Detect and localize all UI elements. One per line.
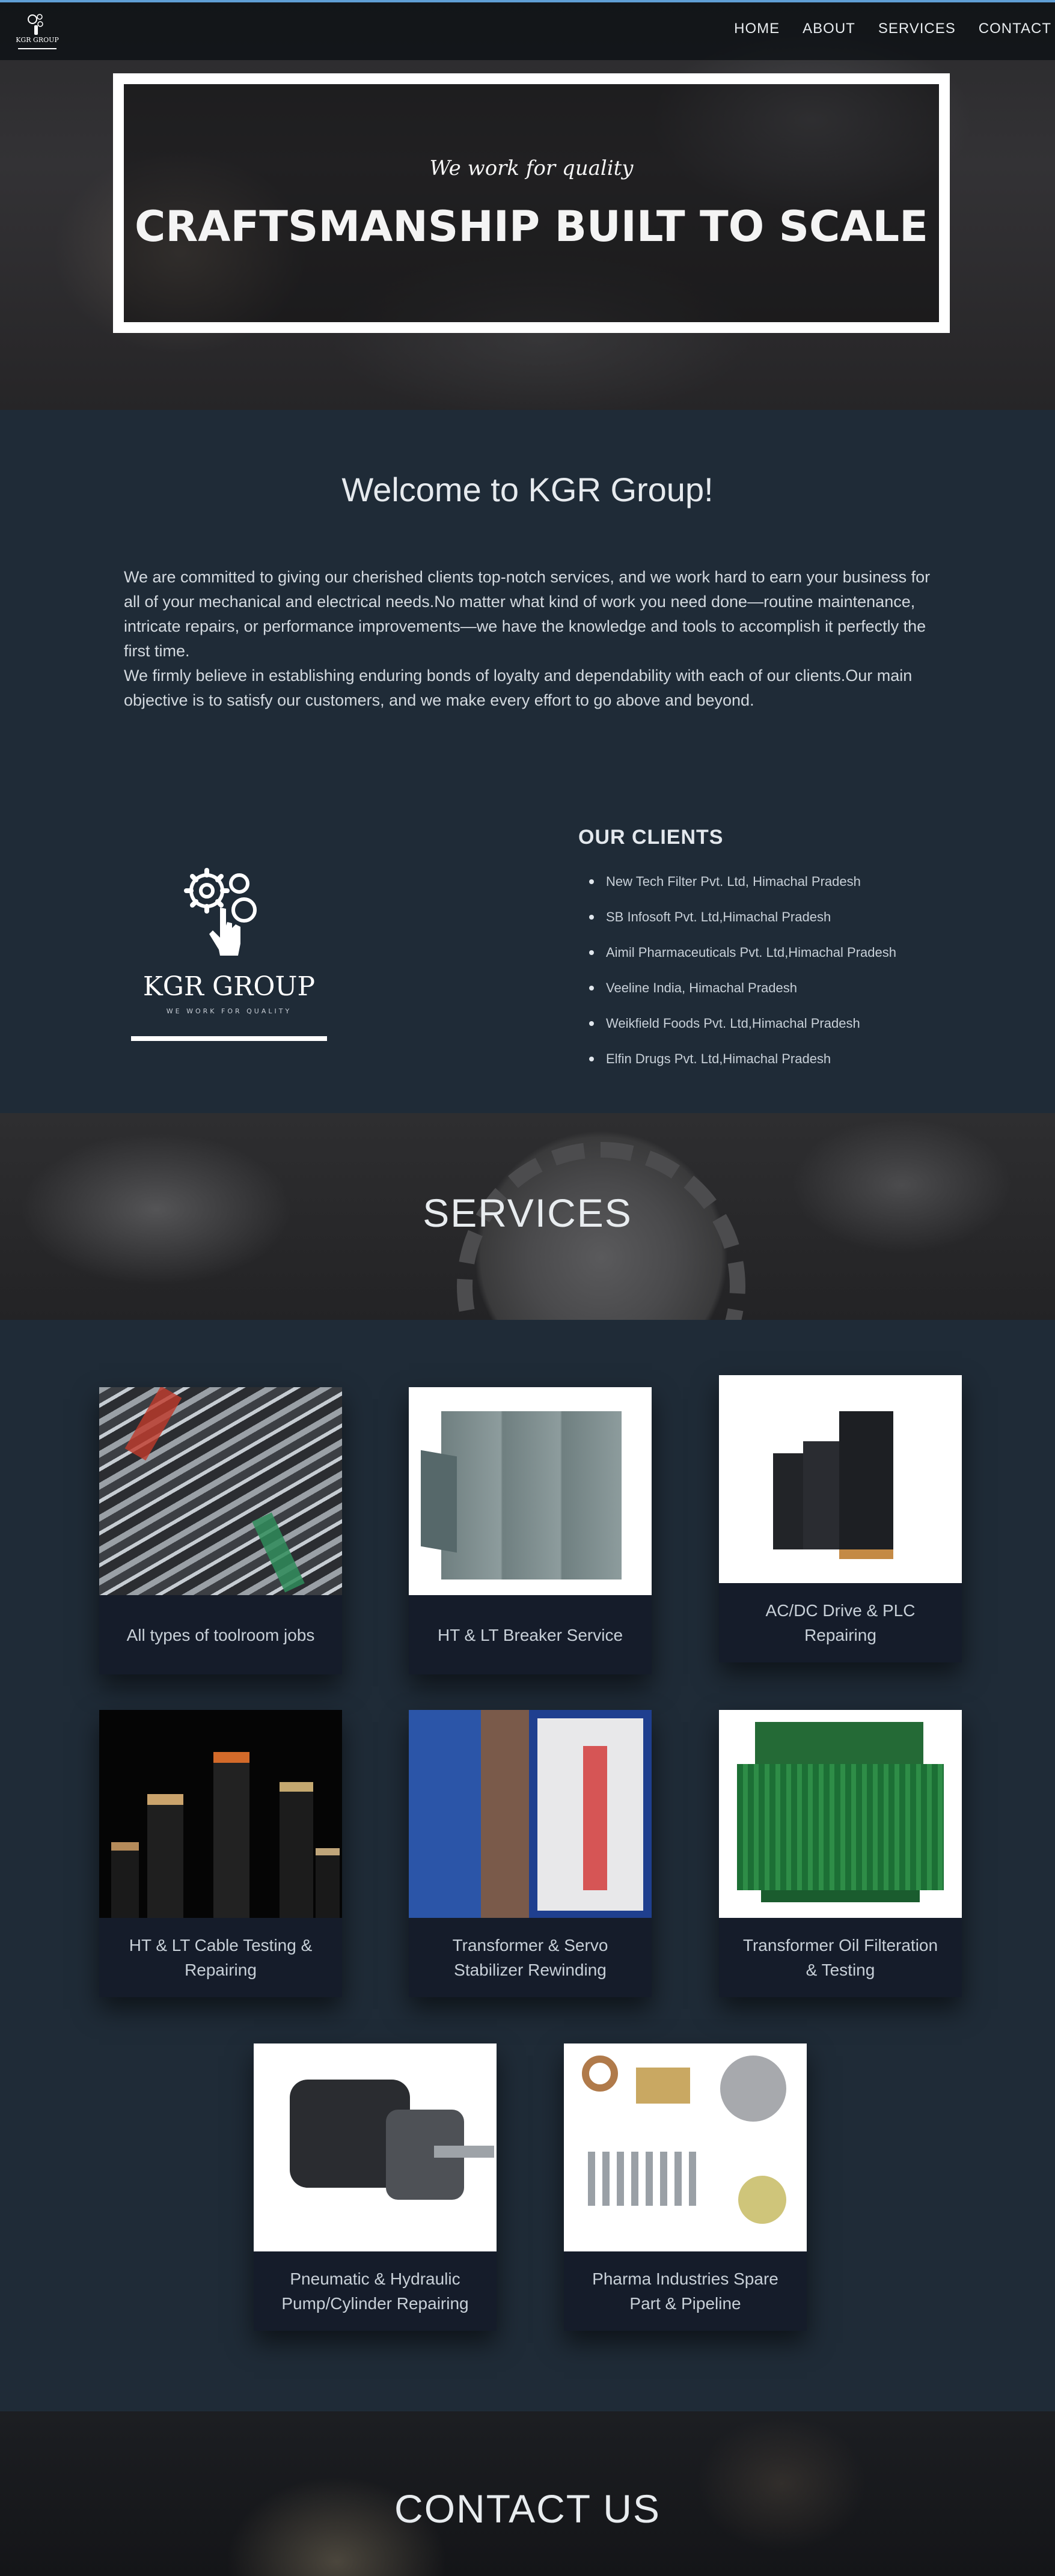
- stabilizer-image: [409, 1710, 652, 1918]
- kgr-group-logo: KGR GROUP WE WORK FOR QUALITY: [130, 865, 328, 1046]
- top-navbar: KGR GROUP HOME ABOUT SERVICES CONTACT: [0, 0, 1055, 60]
- welcome-paragraph: We firmly believe in establishing enduri…: [124, 667, 913, 709]
- service-card[interactable]: AC/DC Drive & PLC Repairing: [719, 1375, 962, 1662]
- service-card[interactable]: Transformer & Servo Stabilizer Rewinding: [409, 1710, 652, 1997]
- service-label: Pneumatic & Hydraulic Pump/Cylinder Repa…: [281, 2269, 469, 2313]
- tools-image: [99, 1387, 342, 1595]
- nav-services-link[interactable]: SERVICES: [878, 20, 956, 37]
- spare-parts-image: [564, 2043, 807, 2251]
- contact-title: CONTACT US: [394, 2486, 661, 2531]
- service-card[interactable]: HT & LT Cable Testing & Repairing: [99, 1710, 342, 1997]
- gears-hand-icon: KGR GROUP WE WORK FOR QUALITY: [131, 868, 327, 1041]
- service-card[interactable]: All types of toolroom jobs: [99, 1387, 342, 1674]
- hero-frame: We work for quality CRAFTSMANSHIP BUILT …: [113, 73, 950, 333]
- service-label: Transformer Oil Filteration & Testing: [742, 1936, 938, 1979]
- cable-image: [99, 1710, 342, 1918]
- clients-list: New Tech Filter Pvt. Ltd, Himachal Prade…: [589, 874, 896, 1087]
- nav-home-link[interactable]: HOME: [734, 20, 780, 37]
- service-card[interactable]: Pneumatic & Hydraulic Pump/Cylinder Repa…: [254, 2043, 497, 2331]
- client-item: New Tech Filter Pvt. Ltd, Himachal Prade…: [589, 874, 896, 909]
- drive-unit-image: [719, 1375, 962, 1583]
- svg-text:KGR GROUP: KGR GROUP: [16, 36, 59, 44]
- client-item: Veeline India, Himachal Pradesh: [589, 980, 896, 1016]
- services-title: SERVICES: [423, 1191, 632, 1235]
- welcome-paragraph: We are committed to giving our cherished…: [124, 568, 931, 660]
- welcome-title: Welcome to KGR Group!: [341, 471, 714, 508]
- service-label: All types of toolroom jobs: [126, 1625, 315, 1644]
- hero-tagline: We work for quality: [429, 156, 634, 180]
- client-item: Aimil Pharmaceuticals Pvt. Ltd,Himachal …: [589, 945, 896, 980]
- breaker-panel-image: [409, 1387, 652, 1595]
- client-item: SB Infosoft Pvt. Ltd,Himachal Pradesh: [589, 909, 896, 945]
- client-item: Elfin Drugs Pvt. Ltd,Himachal Pradesh: [589, 1051, 896, 1087]
- kgr-logo-icon[interactable]: KGR GROUP: [12, 11, 63, 54]
- nav-links: HOME ABOUT SERVICES CONTACT: [734, 20, 1051, 37]
- nav-about-link[interactable]: ABOUT: [803, 20, 855, 37]
- clients-title: OUR CLIENTS: [578, 826, 724, 849]
- service-label: AC/DC Drive & PLC Repairing: [765, 1601, 916, 1644]
- service-label: HT & LT Cable Testing & Repairing: [129, 1936, 313, 1979]
- hero-section: We work for quality CRAFTSMANSHIP BUILT …: [0, 0, 1055, 410]
- service-label: Pharma Industries Spare Part & Pipeline: [592, 2269, 778, 2313]
- service-card[interactable]: Pharma Industries Spare Part & Pipeline: [564, 2043, 807, 2331]
- pump-image: [254, 2043, 497, 2251]
- service-card[interactable]: Transformer Oil Filteration & Testing: [719, 1710, 962, 1997]
- service-card[interactable]: HT & LT Breaker Service: [409, 1387, 652, 1674]
- transformer-image: [719, 1710, 962, 1918]
- hero-title: CRAFTSMANSHIP BUILT TO SCALE: [135, 202, 928, 251]
- service-label: Transformer & Servo Stabilizer Rewinding: [452, 1936, 608, 1979]
- welcome-text: We are committed to giving our cherished…: [124, 565, 947, 713]
- service-label: HT & LT Breaker Service: [437, 1625, 623, 1644]
- nav-contact-link[interactable]: CONTACT: [979, 20, 1051, 37]
- brand-slogan: WE WORK FOR QUALITY: [167, 1007, 292, 1015]
- client-item: Weikfield Foods Pvt. Ltd,Himachal Prades…: [589, 1016, 896, 1051]
- brand-name: KGR GROUP: [143, 971, 315, 1002]
